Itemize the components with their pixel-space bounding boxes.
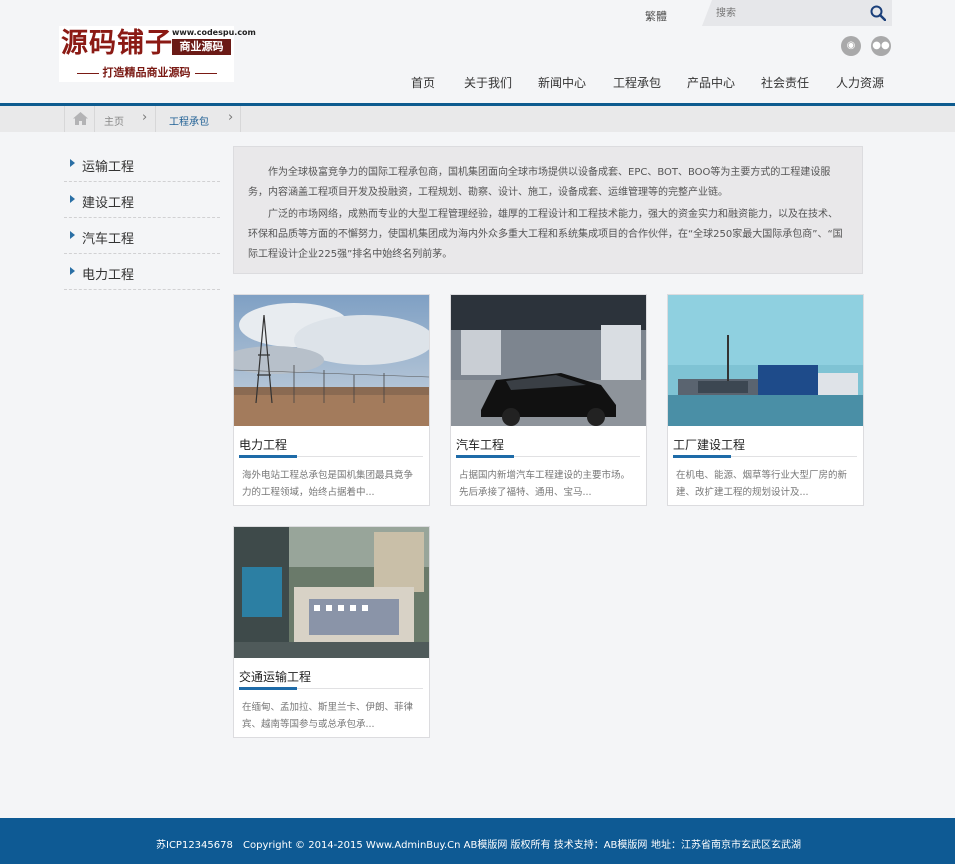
car-workshop-image[interactable]: [451, 295, 646, 426]
sidebar-item-label: 电力工程: [82, 268, 135, 283]
breadcrumb-home-button[interactable]: [64, 106, 95, 132]
nav-news[interactable]: 新闻中心: [538, 74, 586, 92]
project-card-power[interactable]: 电力工程 海外电站工程总承包是国机集团最具竟争力的工程领域，始终占据着中...: [233, 294, 430, 506]
card-description: 在机电、能源、烟草等行业大型厂房的新建、改扩建工程的规划设计及...: [676, 470, 848, 498]
breadcrumb-divider: [155, 106, 156, 132]
chevron-right-icon: ›: [228, 110, 234, 125]
project-card-automotive[interactable]: 汽车工程 占据国内新增汽车工程建设的主要市场。先后承接了福特、通用、宝马...: [450, 294, 647, 506]
sidebar-item-transport[interactable]: 运输工程: [64, 146, 220, 182]
sidebar-item-label: 运输工程: [82, 160, 135, 175]
footer-icp: 苏ICP12345678: [156, 840, 233, 851]
card-description: 海外电站工程总承包是国机集团最具竟争力的工程领域，始终占据着中...: [242, 470, 414, 498]
card-divider-accent: [673, 455, 731, 458]
nav-home[interactable]: 首页: [411, 74, 435, 92]
home-icon: [73, 112, 88, 125]
transport-hub-image[interactable]: [234, 527, 429, 658]
card-divider-accent: [239, 455, 297, 458]
sidebar-item-automotive[interactable]: 汽车工程: [64, 218, 220, 254]
search-input[interactable]: [716, 4, 866, 22]
breadcrumb-home[interactable]: 主页: [104, 113, 124, 128]
triangle-right-icon: [70, 159, 75, 167]
triangle-right-icon: [70, 267, 75, 275]
factory-image[interactable]: [668, 295, 863, 426]
footer-address: 地址：江苏省南京市玄武区玄武湖: [651, 840, 801, 851]
breadcrumb-divider: [240, 106, 241, 132]
search-icon[interactable]: [870, 5, 886, 21]
traditional-chinese-link[interactable]: 繁體: [645, 8, 667, 24]
site-header: 源码铺子 www.codespu.com 商业源码 打造精品商业源码 繁體 ◉ …: [0, 0, 955, 103]
project-card-factory[interactable]: 工厂建设工程 在机电、能源、烟草等行业大型厂房的新建、改扩建工程的规划设计及..…: [667, 294, 864, 506]
card-title[interactable]: 汽车工程: [456, 436, 504, 453]
nav-about[interactable]: 关于我们: [464, 74, 512, 92]
nav-engineering[interactable]: 工程承包: [613, 74, 661, 92]
site-logo[interactable]: 源码铺子 www.codespu.com 商业源码 打造精品商业源码: [59, 26, 256, 82]
triangle-right-icon: [70, 195, 75, 203]
card-divider-accent: [239, 687, 297, 690]
sidebar-item-label: 建设工程: [82, 196, 135, 211]
sidebar-item-label: 汽车工程: [82, 232, 135, 247]
nav-social-responsibility[interactable]: 社会责任: [761, 74, 809, 92]
nav-products[interactable]: 产品中心: [687, 74, 735, 92]
intro-panel: 作为全球极富竞争力的国际工程承包商，国机集团面向全球市场提供以设备成套、EPC、…: [233, 146, 863, 274]
logo-badge: 商业源码: [172, 39, 231, 55]
card-divider-accent: [456, 455, 514, 458]
footer-copyright: Copyright © 2014-2015 Www.AdminBuy.Cn AB…: [243, 840, 648, 851]
site-footer: 苏ICP12345678 Copyright © 2014-2015 Www.A…: [0, 818, 955, 864]
intro-paragraph: 作为全球极富竞争力的国际工程承包商，国机集团面向全球市场提供以设备成套、EPC、…: [248, 167, 831, 198]
wechat-icon[interactable]: ●●: [871, 36, 891, 56]
card-title[interactable]: 交通运输工程: [239, 668, 311, 685]
sidebar-item-power[interactable]: 电力工程: [64, 254, 220, 290]
search-box: [702, 0, 892, 26]
nav-hr[interactable]: 人力资源: [836, 74, 884, 92]
logo-main-text: 源码铺子: [61, 28, 173, 59]
card-title[interactable]: 电力工程: [239, 436, 287, 453]
weibo-icon[interactable]: ◉: [841, 36, 861, 56]
triangle-right-icon: [70, 231, 75, 239]
card-description: 在缅甸、孟加拉、斯里兰卡、伊朗、菲律宾、越南等国参与或总承包承...: [242, 702, 414, 730]
sidebar-item-construction[interactable]: 建设工程: [64, 182, 220, 218]
intro-paragraph: 广泛的市场网络，成熟而专业的大型工程管理经验，雄厚的工程设计和工程技术能力，强大…: [248, 209, 843, 260]
card-description: 占据国内新增汽车工程建设的主要市场。先后承接了福特、通用、宝马...: [459, 470, 631, 498]
card-title[interactable]: 工厂建设工程: [673, 436, 745, 453]
power-station-image[interactable]: [234, 295, 429, 426]
logo-url: www.codespu.com: [172, 28, 256, 37]
chevron-right-icon: ›: [142, 110, 148, 125]
breadcrumb-current[interactable]: 工程承包: [169, 113, 209, 128]
breadcrumb: 主页 › 工程承包 ›: [0, 106, 955, 132]
logo-slogan: 打造精品商业源码: [59, 64, 234, 80]
project-card-transport[interactable]: 交通运输工程 在缅甸、孟加拉、斯里兰卡、伊朗、菲律宾、越南等国参与或总承包承..…: [233, 526, 430, 738]
